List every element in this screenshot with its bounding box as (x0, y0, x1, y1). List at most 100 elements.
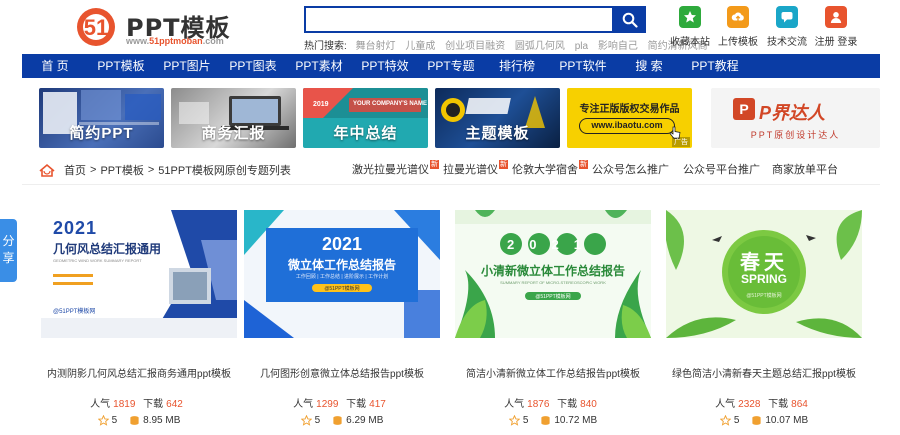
hot-search-link[interactable]: pla (575, 41, 588, 52)
nav-item-ppt-tutorials[interactable]: PPT教程 (682, 54, 748, 78)
template-stats: 人气 1819 下载 642 (90, 399, 183, 410)
hot-search-link[interactable]: 创业项目融资 (445, 41, 505, 52)
thumbnail-heading: 小清新微立体工作总结报告 (480, 264, 625, 278)
nav-item-rankings[interactable]: 排行榜 (484, 54, 550, 78)
nav-item-ppt-charts[interactable]: PPT图表 (220, 54, 286, 78)
nav-item-ppt-templates[interactable]: PPT模板 (88, 54, 154, 78)
banner-ibaotu-ad[interactable]: 专注正版版权交易作品 www.ibaotu.com 广告 (567, 88, 692, 148)
tag-link[interactable]: 商家放单平台 (772, 160, 838, 180)
thumbnail-heading: 春天 (740, 252, 788, 274)
rating-value: 5 (314, 415, 321, 426)
search-input[interactable] (304, 6, 614, 33)
new-badge: 新 (430, 160, 439, 169)
tag-link[interactable]: 激光拉曼光谱仪新 (352, 160, 439, 180)
banner-business-report[interactable]: 商务汇报 (171, 88, 296, 148)
banner-ad-title: 专注正版版权交易作品 (579, 104, 680, 115)
database-icon (541, 416, 550, 425)
nav-item-ppt-topics[interactable]: PPT专题 (418, 54, 484, 78)
tag-link[interactable]: 公众号怎么推广 (592, 160, 669, 180)
views-count: 1299 (316, 399, 339, 410)
views-count: 2328 (738, 399, 761, 410)
svg-text:P: P (739, 101, 748, 117)
search-button[interactable] (614, 6, 646, 33)
hot-search-link[interactable]: 影响自己 (598, 41, 638, 52)
search-bar (304, 6, 646, 33)
file-size: 10.07 MB (765, 415, 809, 426)
banner-small-text: YOUR COMPANY'S NAME (353, 101, 427, 107)
template-card[interactable]: 2021 小清新微立体工作总结报告 SUMMARY REPORT OF MICR… (455, 210, 651, 435)
template-title[interactable]: 内测阴影几何风总结汇报商务通用ppt模板 (41, 365, 237, 380)
nav-item-ppt-software[interactable]: PPT软件 (550, 54, 616, 78)
nav-item-ppt-effects[interactable]: PPT特效 (352, 54, 418, 78)
thumbnail-subtitle: SPRING (740, 272, 787, 286)
tag-link[interactable]: 拉曼光谱仪新 (443, 160, 508, 180)
breadcrumb-separator: > (147, 164, 155, 176)
banner-caption: 主题模板 (465, 125, 530, 142)
template-stats: 人气 2328 下载 864 (715, 399, 808, 410)
downloads-count: 840 (580, 399, 597, 410)
template-card[interactable]: 2021 微立体工作总结报告 工作回顾 | 工作总结 | 进阶展示 | 工作计划… (244, 210, 440, 435)
ad-badge: 广告 (672, 137, 690, 147)
template-title[interactable]: 简洁小清新微立体工作总结报告ppt模板 (455, 365, 651, 380)
user-icon (825, 6, 847, 28)
views-count: 1819 (113, 399, 136, 410)
header: 51 PPT模板 www.51pptmoban.com 热门搜索: 舞台射灯 儿… (0, 0, 900, 54)
nav-item-search[interactable]: 搜 索 (616, 54, 682, 78)
template-thumbnail[interactable]: 春天 SPRING @51PPT模板网 (666, 210, 862, 338)
breadcrumb-ppt-templates[interactable]: PPT模板 (100, 162, 143, 178)
thumbnail-author: @51PPT模板网 (53, 309, 96, 315)
tag-link[interactable]: 公众号平台推广 (683, 160, 760, 180)
home-icon[interactable] (38, 163, 56, 178)
template-card[interactable]: 2021 几何风总结汇报通用 GEOMETRIC WIND WORK SUMMA… (41, 210, 237, 435)
thumbnail-year: 2021 (321, 234, 363, 254)
tech-exchange-button[interactable]: 技术交流 (762, 6, 812, 50)
file-size: 10.72 MB (554, 415, 598, 426)
star-outline-icon (508, 415, 520, 426)
banner-pjieda[interactable]: P P界达人 PPT原创设计达人 (711, 88, 880, 148)
thumbnail-subtitle: 工作回顾 | 工作总结 | 进阶展示 | 工作计划 (295, 274, 389, 280)
views-count: 1876 (527, 399, 550, 410)
tag-link[interactable]: 伦敦大学宿舍新 (512, 160, 588, 180)
bookmark-site-button[interactable]: 收藏本站 (665, 6, 715, 50)
banner-midyear-summary[interactable]: 2019 YOUR COMPANY'S NAME 年中总结 (303, 88, 428, 148)
template-thumbnail[interactable]: 2021 几何风总结汇报通用 GEOMETRIC WIND WORK SUMMA… (41, 210, 237, 338)
site-logo[interactable]: 51 PPT模板 www.51pptmoban.com (72, 4, 242, 48)
breadcrumb-separator: > (90, 164, 97, 176)
template-thumbnail[interactable]: 2021 微立体工作总结报告 工作回顾 | 工作总结 | 进阶展示 | 工作计划… (244, 210, 440, 338)
tech-exchange-label: 技术交流 (767, 37, 807, 48)
template-card[interactable]: 春天 SPRING @51PPT模板网 绿色简洁小清新春天主题总结汇报ppt模板… (666, 210, 862, 435)
bookmark-site-label: 收藏本站 (670, 37, 710, 48)
hot-search-link[interactable]: 儿童成 (405, 41, 435, 52)
nav-item-ppt-images[interactable]: PPT图片 (154, 54, 220, 78)
breadcrumb-current: 51PPT模板网原创专题列表 (158, 165, 291, 177)
nav-item-home[interactable]: 首 页 (22, 54, 88, 78)
template-title[interactable]: 绿色简洁小清新春天主题总结汇报ppt模板 (666, 365, 862, 380)
star-icon (679, 6, 701, 28)
template-thumbnail[interactable]: 2021 小清新微立体工作总结报告 SUMMARY REPORT OF MICR… (455, 210, 651, 338)
thumbnail-year: 2021 (507, 237, 596, 252)
main-nav: 首 页 PPT模板 PPT图片 PPT图表 PPT素材 PPT特效 PPT专题 … (22, 54, 880, 78)
banner-theme-templates[interactable]: 主题模板 (435, 88, 560, 148)
template-meta: 5 6.29 MB (244, 415, 440, 426)
upload-template-button[interactable]: 上传模板 (713, 6, 763, 50)
new-badge: 新 (579, 160, 588, 169)
template-title[interactable]: 几何图形创意微立体总结报告ppt模板 (244, 365, 440, 380)
rating-value: 5 (111, 415, 118, 426)
banner-ad-url: www.ibaotu.com (579, 118, 675, 134)
chat-icon (776, 6, 798, 28)
share-button[interactable]: 分享 (0, 219, 17, 282)
rating-value: 5 (522, 415, 529, 426)
register-login-label: 注册 登录 (814, 37, 858, 48)
database-icon (333, 416, 342, 425)
template-meta: 5 10.07 MB (666, 415, 862, 426)
banner-caption: 简约PPT (69, 125, 134, 142)
register-login-button[interactable]: 注册 登录 (811, 6, 861, 50)
breadcrumb-home[interactable]: 首页 (64, 162, 86, 178)
hot-search-link[interactable]: 舞台射灯 (356, 41, 396, 52)
hot-search-link[interactable]: 圆弧几何风 (515, 41, 565, 52)
star-outline-icon (97, 415, 109, 426)
nav-item-ppt-materials[interactable]: PPT素材 (286, 54, 352, 78)
banner-simple-ppt[interactable]: 简约PPT (39, 88, 164, 148)
category-banners: 简约PPT 商务汇报 2019 YOUR COMPANY'S NAME 年中总结… (39, 88, 880, 148)
logo-mark-icon: 51 (77, 8, 115, 46)
